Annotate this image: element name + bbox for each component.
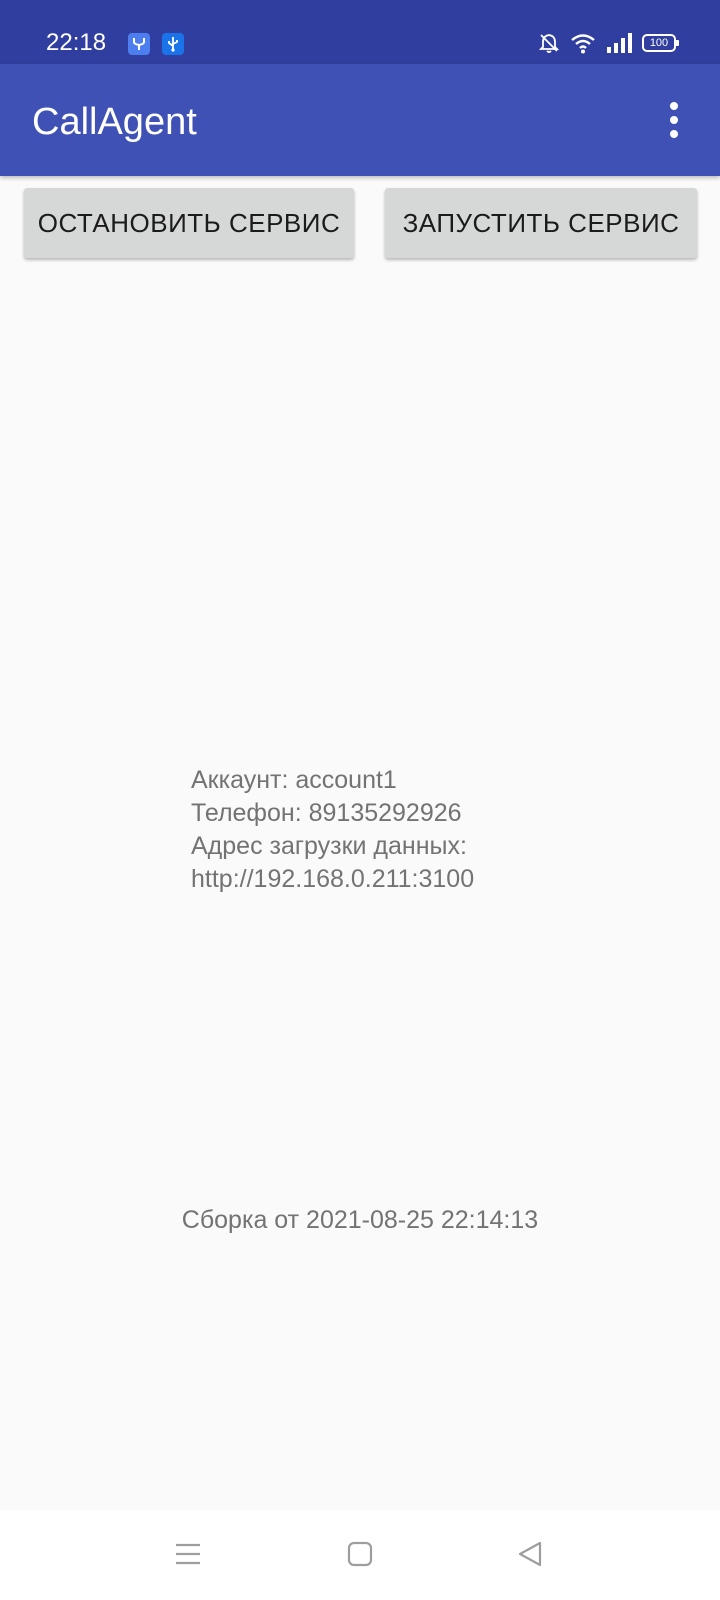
- usb-icon: [162, 33, 184, 55]
- stop-service-button[interactable]: ОСТАНОВИТЬ СЕРВИС: [24, 188, 354, 258]
- start-service-button[interactable]: ЗАПУСТИТЬ СЕРВИС: [385, 188, 697, 258]
- account-info: Аккаунт: account1 Телефон: 89135292926 А…: [191, 764, 474, 896]
- battery-tip: [676, 40, 679, 46]
- status-bar: 22:18 100: [0, 0, 720, 64]
- triangle-back-icon[interactable]: [508, 1532, 552, 1576]
- phone-line: Телефон: 89135292926: [191, 799, 462, 827]
- status-notification-icons: [128, 33, 184, 55]
- fork-notification-icon: [128, 33, 150, 55]
- build-info: Сборка от 2021-08-25 22:14:13: [181, 1206, 539, 1234]
- upload-address-label: Адрес загрузки данных:: [191, 832, 467, 860]
- signal-icon: [607, 33, 632, 53]
- menu-icon[interactable]: [166, 1532, 210, 1576]
- upload-address-value: http://192.168.0.211:3100: [191, 865, 475, 893]
- app-bar: CallAgent: [0, 64, 720, 176]
- battery-level: 100: [649, 37, 669, 49]
- battery-icon: 100: [642, 34, 679, 52]
- wifi-icon: [571, 34, 595, 54]
- status-system-icons: 100: [538, 32, 679, 54]
- screen: 22:18 100 CallAgent ОСТАНОВИТЬ СЕРВИС ЗА…: [0, 0, 720, 1600]
- navigation-bar: [0, 1510, 720, 1600]
- status-time: 22:18: [46, 29, 107, 56]
- square-icon[interactable]: [338, 1532, 382, 1576]
- more-vert-icon[interactable]: [668, 102, 680, 138]
- app-title: CallAgent: [32, 101, 197, 143]
- account-line: Аккаунт: account1: [191, 766, 397, 794]
- bell-off-icon: [538, 34, 560, 53]
